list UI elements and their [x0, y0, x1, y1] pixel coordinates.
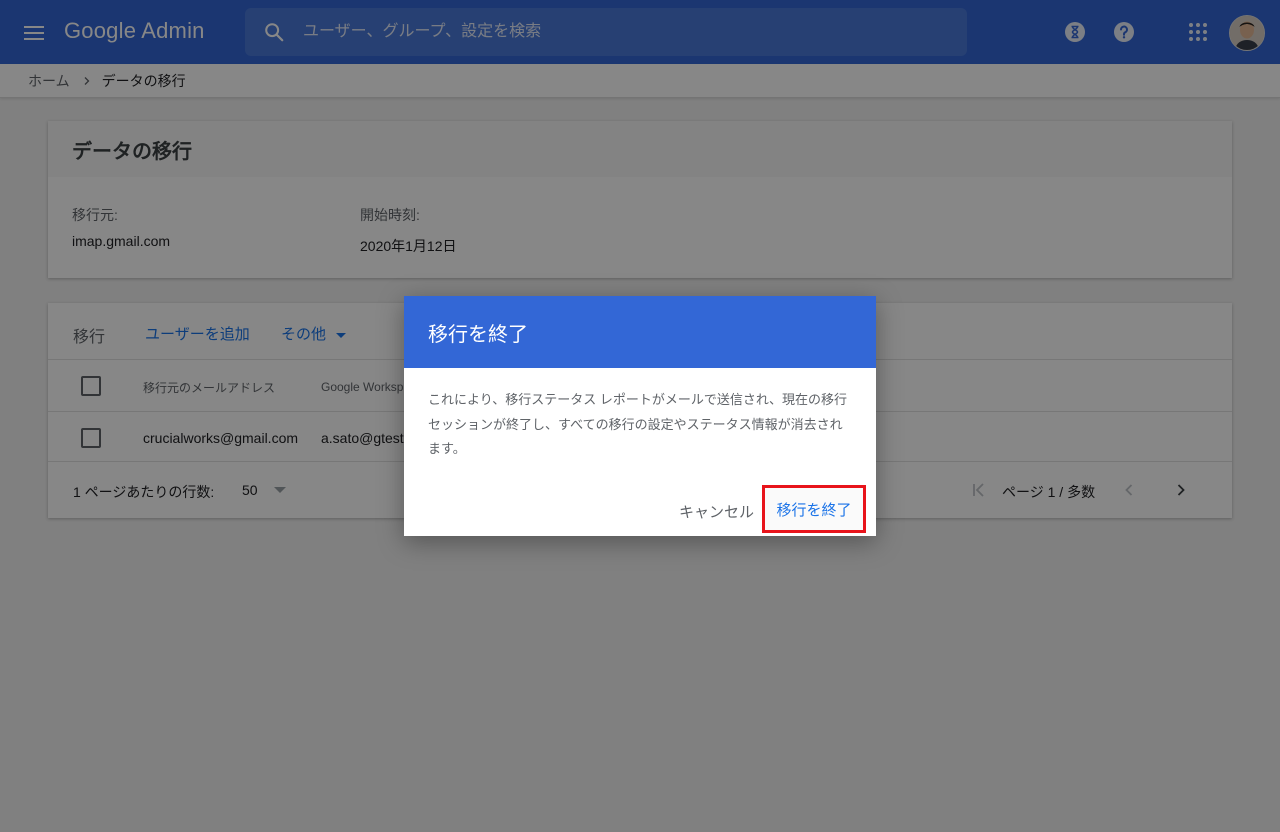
end-migration-label: 移行を終了: [776, 501, 852, 519]
end-migration-dialog: 移行を終了 これにより、移行ステータス レポートがメールで送信され、現在の移行セ…: [404, 296, 876, 536]
dialog-title: 移行を終了: [428, 323, 528, 346]
end-migration-button[interactable]: 移行を終了: [762, 485, 866, 533]
dialog-message: これにより、移行ステータス レポートがメールで送信され、現在の移行セッションが終…: [428, 392, 847, 456]
dialog-header: 移行を終了: [404, 296, 876, 368]
cancel-button[interactable]: キャンセル: [679, 501, 754, 522]
